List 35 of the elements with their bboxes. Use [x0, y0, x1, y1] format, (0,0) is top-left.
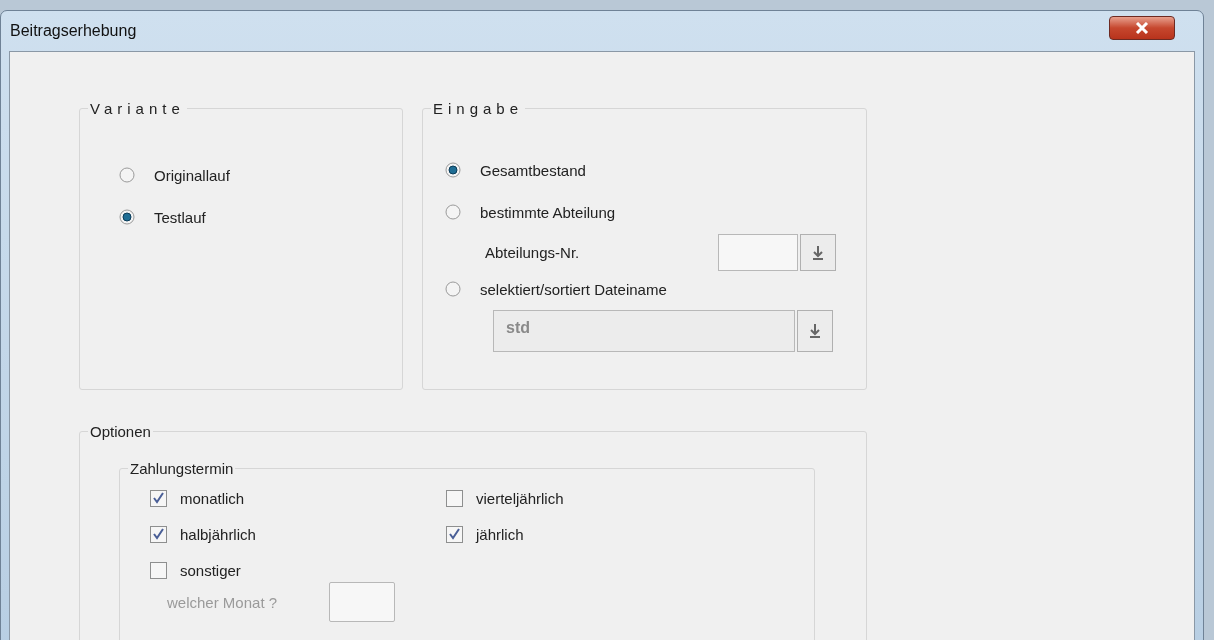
checkbox[interactable]	[446, 489, 463, 507]
checkbox-label: vierteljährlich	[476, 489, 564, 507]
field-label: Abteilungs-Nr.	[485, 244, 580, 261]
radio-button[interactable]	[119, 167, 135, 183]
radio-button[interactable]	[445, 281, 461, 297]
radio-label: Gesamtbestand	[480, 161, 586, 179]
group-title: Optionen	[89, 423, 152, 440]
group-title: Zahlungstermin	[129, 460, 235, 477]
field-label: welcher Monat ?	[167, 593, 278, 611]
input-field[interactable]	[329, 582, 396, 622]
group-title: Variante	[89, 100, 186, 117]
radio-label: selektiert/sortiert Dateiname	[480, 280, 667, 298]
radio-label: Testlauf	[154, 208, 206, 226]
group-title: Eingabe	[432, 100, 525, 117]
checkbox-label: jährlich	[476, 525, 524, 543]
input-field[interactable]	[718, 234, 798, 271]
dropdown-button[interactable]	[797, 310, 833, 352]
window-title: Beitragserhebung	[10, 22, 137, 40]
close-button[interactable]	[1109, 16, 1175, 40]
down-arrow-icon	[809, 323, 821, 339]
checkbox[interactable]	[150, 489, 167, 507]
checkbox[interactable]	[150, 561, 167, 579]
checkbox-label: halbjährlich	[180, 525, 256, 543]
checkbox[interactable]	[446, 525, 463, 543]
radio-button[interactable]	[445, 204, 461, 220]
dropdown-button[interactable]	[800, 234, 836, 271]
close-icon	[1135, 22, 1149, 34]
checkbox-label: monatlich	[180, 489, 245, 507]
radio-button[interactable]	[445, 162, 461, 178]
radio-label: Originallauf	[154, 166, 230, 184]
radio-button[interactable]	[119, 209, 135, 225]
checkbox-label: sonstiger	[180, 561, 241, 579]
radio-label: bestimmte Abteilung	[480, 203, 616, 221]
checkbox[interactable]	[150, 525, 167, 543]
down-arrow-icon	[812, 244, 824, 261]
